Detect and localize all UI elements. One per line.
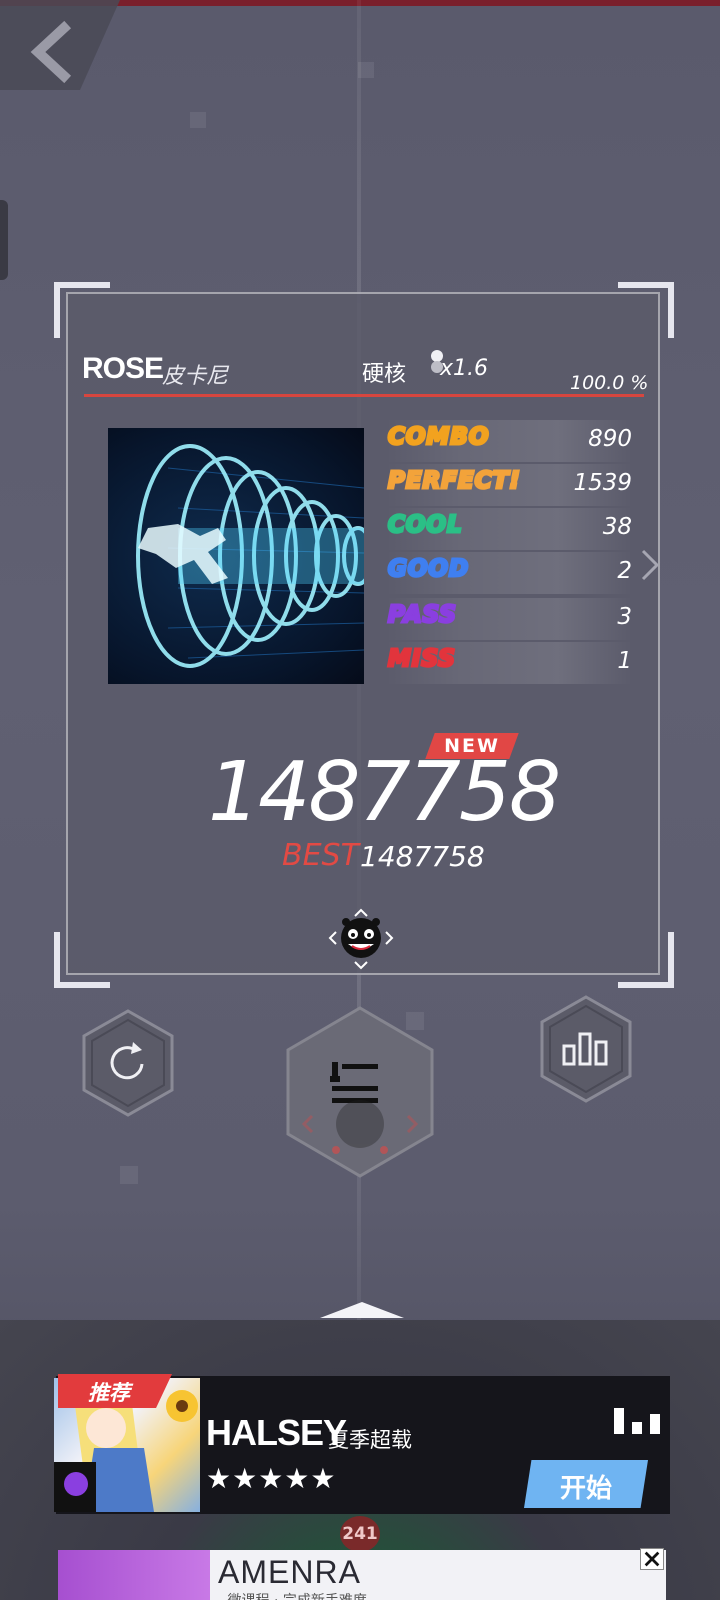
final-score: 1487758 <box>208 745 561 840</box>
judgement-label: PASS <box>387 601 458 630</box>
recommend-tag: 推荐 <box>58 1374 172 1408</box>
side-tab[interactable] <box>0 200 8 280</box>
judgement-row-combo: COMBO 890 <box>386 420 632 462</box>
character-emote-icon[interactable] <box>326 906 396 970</box>
judgement-label: GOOD <box>386 555 470 584</box>
judgement-label: PERFECT! <box>387 467 522 496</box>
deco-square <box>358 62 374 78</box>
card-corner <box>54 282 110 338</box>
close-icon[interactable] <box>640 1548 664 1570</box>
accuracy-percent: 100.0 % <box>570 372 649 394</box>
song-cover-art <box>108 428 364 684</box>
card-corner <box>618 282 674 338</box>
card-corner <box>618 932 674 988</box>
ad-app-icon <box>58 1550 210 1600</box>
recommend-song-title: HALSEY <box>206 1412 347 1453</box>
best-score: 1487758 <box>360 840 485 873</box>
retry-button[interactable] <box>80 1008 176 1118</box>
difficulty-label: 硬核 <box>362 362 407 387</box>
judgement-row-good: GOOD 2 <box>386 552 632 594</box>
ad-title: AMENRA <box>218 1554 361 1590</box>
difficulty-stars: ★★★★★ <box>206 1462 337 1495</box>
judgement-label: COMBO <box>386 423 490 452</box>
judgement-row-perfect: PERFECT! 1539 <box>386 464 632 506</box>
judgement-row-pass: PASS 3 <box>386 598 632 640</box>
judgement-row-cool: COOL 38 <box>386 508 632 550</box>
ranking-button[interactable] <box>538 994 634 1104</box>
deco-square <box>120 1166 138 1184</box>
speed-multiplier: x1.6 <box>440 356 489 381</box>
difficulty-bars-icon <box>614 1408 660 1434</box>
best-label: BEST <box>282 838 359 873</box>
chevron-right-icon[interactable] <box>640 548 660 582</box>
judgement-label: COOL <box>387 511 464 540</box>
song-artist: 皮卡尼 <box>162 364 229 389</box>
recommend-song-artist: 夏季超载 <box>328 1428 412 1452</box>
ad-banner[interactable]: AMENRA - 微课程 · 完成新手难度 <box>58 1550 666 1600</box>
deco-square <box>190 112 206 128</box>
start-button[interactable]: 开始 <box>524 1460 648 1508</box>
song-list-button[interactable] <box>282 1004 438 1180</box>
judgement-label: MISS <box>387 645 457 674</box>
back-button[interactable] <box>0 0 130 90</box>
judgement-value: 1 <box>617 648 632 674</box>
song-title: ROSE <box>82 352 164 385</box>
title-divider <box>84 394 644 397</box>
judgement-row-miss: MISS 1 <box>386 642 632 684</box>
play-count-badge: 241 <box>340 1516 380 1552</box>
card-corner <box>54 932 110 988</box>
judgement-value: 890 <box>588 426 632 452</box>
judgement-value: 38 <box>602 514 632 540</box>
judgement-value: 2 <box>617 558 632 584</box>
judgement-value: 1539 <box>573 470 632 496</box>
ad-subtitle: - 微课程 · 完成新手难度 <box>218 1590 367 1600</box>
judgement-value: 3 <box>617 604 632 630</box>
